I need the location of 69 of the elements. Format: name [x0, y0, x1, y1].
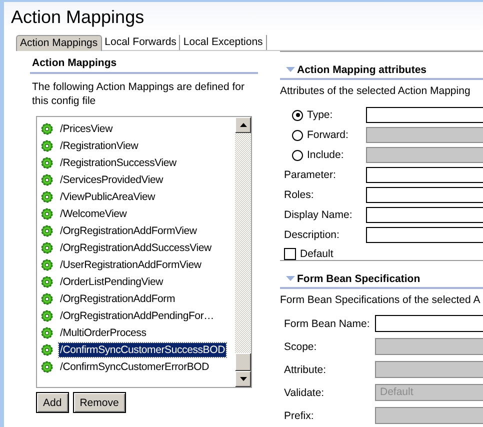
gear-icon — [40, 258, 54, 272]
section-heading: Action Mappings — [30, 51, 258, 74]
list-item[interactable]: /OrgRegistrationAddForm — [59, 292, 176, 306]
list-item[interactable]: /PricesView — [59, 122, 114, 136]
list-item[interactable]: /ViewPublicAreaView — [59, 190, 156, 204]
radio-button[interactable] — [292, 110, 303, 120]
field-label: Display Name: — [283, 209, 354, 221]
scrollbar-thumb[interactable] — [235, 353, 251, 371]
up-arrow-icon — [240, 123, 246, 127]
page-title: Action Mappings — [10, 6, 146, 29]
gear-icon — [40, 206, 54, 220]
gear-icon — [40, 224, 54, 238]
field-label: Attribute: — [283, 364, 328, 376]
section-heading: Action Mapping attributes — [297, 64, 426, 76]
tab[interactable]: Local Forwards — [102, 35, 180, 50]
tab[interactable]: Action Mappings — [16, 35, 102, 51]
list-item[interactable]: /MultiOrderProcess — [59, 326, 148, 340]
gear-icon — [40, 240, 54, 254]
list-item[interactable]: /OrgRegistrationAddSuccessView — [59, 240, 212, 254]
gear-icon — [40, 342, 54, 356]
field-label: Parameter: — [283, 169, 337, 181]
field-label: Type: — [307, 109, 333, 121]
input-field[interactable] — [366, 107, 483, 123]
list-item[interactable]: /OrgRegistrationAddPendingFor… — [59, 308, 215, 322]
gear-icon — [40, 156, 54, 170]
list-item[interactable]: /ServicesProvidedView — [59, 172, 164, 186]
gear-icon — [40, 292, 54, 306]
field-label: Forward: — [307, 129, 348, 141]
tab[interactable]: Local Exceptions — [180, 35, 267, 50]
checkbox-label: Default — [300, 248, 334, 260]
section-description: The following Action Mappings are defined for this config file — [31, 80, 246, 108]
input-field[interactable] — [366, 207, 483, 223]
scroll-up-button[interactable] — [235, 117, 251, 133]
checkbox[interactable] — [284, 248, 296, 260]
scroll-down-button[interactable] — [235, 371, 251, 387]
field-label: Validate: — [283, 386, 326, 398]
list-item[interactable]: /UserRegistrationAddFormView — [59, 258, 202, 272]
section-description: Form Bean Specifications of the selected A — [280, 293, 482, 306]
field-label: Include: — [307, 149, 344, 161]
list-item[interactable]: /ConfirmSyncCustomerSuccessBOD — [59, 342, 226, 356]
gear-icon — [40, 360, 54, 374]
expand-triangle-icon — [286, 67, 295, 73]
field-label: Description: — [283, 229, 340, 241]
button[interactable]: Remove — [72, 392, 126, 413]
gear-icon — [40, 308, 54, 322]
gear-icon — [40, 172, 54, 186]
input-field[interactable] — [366, 227, 483, 243]
gear-icon — [40, 122, 54, 136]
gear-icon — [40, 274, 54, 288]
field-label: Roles: — [283, 189, 315, 201]
field-label: Scope: — [283, 340, 318, 352]
field-label: Form Bean Name: — [283, 318, 371, 330]
list-item[interactable]: /RegistrationSuccessView — [59, 156, 178, 170]
list-item[interactable]: /RegistrationView — [59, 138, 140, 152]
button[interactable]: Add — [36, 392, 69, 413]
expand-triangle-icon — [286, 276, 295, 282]
section-description: Attributes of the selected Action Mapping — [280, 84, 472, 97]
gear-icon — [40, 190, 54, 204]
input-field[interactable] — [366, 167, 483, 183]
list-item[interactable]: /WelcomeView — [59, 206, 128, 220]
list-item[interactable]: /OrgRegistrationAddFormView — [59, 224, 198, 238]
input-field[interactable] — [366, 187, 483, 203]
section-heading: Form Bean Specification — [297, 273, 420, 285]
down-arrow-icon — [240, 377, 246, 381]
list-item[interactable]: /ConfirmSyncCustomerErrorBOD — [59, 360, 210, 374]
gear-icon — [40, 138, 54, 152]
list-item[interactable]: /OrderListPendingView — [59, 274, 164, 288]
gear-icon — [40, 326, 54, 340]
field-label: Prefix: — [283, 410, 315, 422]
